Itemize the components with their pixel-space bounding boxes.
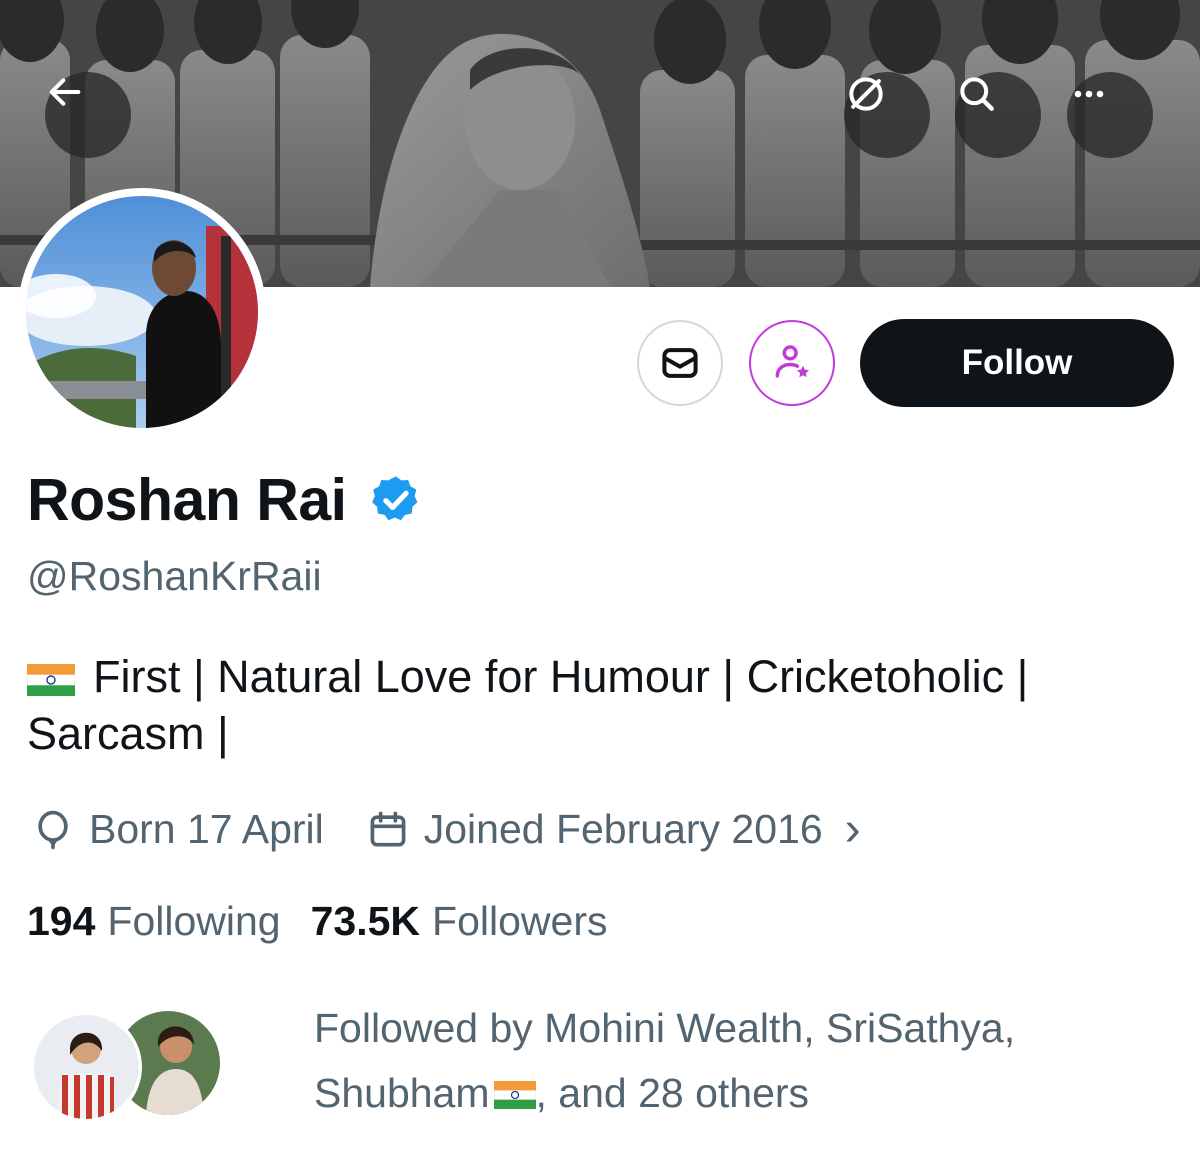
arrow-left-icon: [49, 78, 81, 106]
search-icon: [960, 77, 994, 111]
avatar-photo: [26, 196, 258, 428]
avatar: [30, 1011, 142, 1123]
followers-stat[interactable]: 73.5K Followers: [311, 898, 608, 945]
calendar-icon: [370, 811, 406, 846]
more-button[interactable]: [1067, 72, 1153, 158]
subscribe-button[interactable]: [749, 320, 835, 406]
followers-label: Followers: [432, 898, 608, 944]
following-stat[interactable]: 194 Following: [27, 898, 281, 945]
followed-by-suffix: , and 28 others: [535, 1070, 810, 1116]
joined-date[interactable]: Joined February 2016 ›: [366, 802, 861, 856]
birthday: Born 17 April: [31, 806, 324, 853]
back-button[interactable]: [45, 72, 131, 158]
display-name: Roshan Rai: [27, 467, 347, 533]
followers-count: 73.5K: [310, 898, 421, 944]
chevron-right-icon: ›: [844, 802, 861, 856]
message-button[interactable]: [637, 320, 723, 406]
translate-button[interactable]: [844, 72, 930, 158]
followed-by-avatars[interactable]: [30, 1007, 224, 1123]
birthday-text: Born 17 April: [89, 806, 324, 852]
india-flag-icon: [493, 1080, 536, 1110]
profile-avatar[interactable]: [18, 188, 266, 436]
india-flag-icon: [27, 664, 75, 697]
more-horizontal-icon: [1074, 90, 1104, 98]
verified-badge-icon[interactable]: [369, 473, 423, 527]
following-count: 194: [27, 898, 96, 944]
envelope-icon: [662, 348, 698, 378]
person-star-icon: [775, 345, 810, 378]
follow-button[interactable]: Follow: [860, 319, 1174, 407]
user-handle: @RoshanKrRaii: [27, 553, 322, 599]
following-label: Following: [107, 898, 281, 944]
profile-meta: Born 17 April Joined February 2016 ›: [31, 802, 861, 856]
search-button[interactable]: [955, 72, 1041, 158]
follow-stats: 194 Following 73.5K Followers: [27, 898, 607, 945]
balloon-icon: [38, 810, 68, 849]
slashed-circle-icon: [849, 77, 883, 111]
bio-text: First | Natural Love for Humour | Cricke…: [27, 651, 1029, 759]
bio: First | Natural Love for Humour | Cricke…: [27, 648, 1187, 762]
name-row: Roshan Rai: [27, 466, 423, 534]
joined-text: Joined February 2016: [423, 806, 823, 852]
followed-by-text[interactable]: Followed by Mohini Wealth, SriSathya, Sh…: [314, 996, 1174, 1126]
